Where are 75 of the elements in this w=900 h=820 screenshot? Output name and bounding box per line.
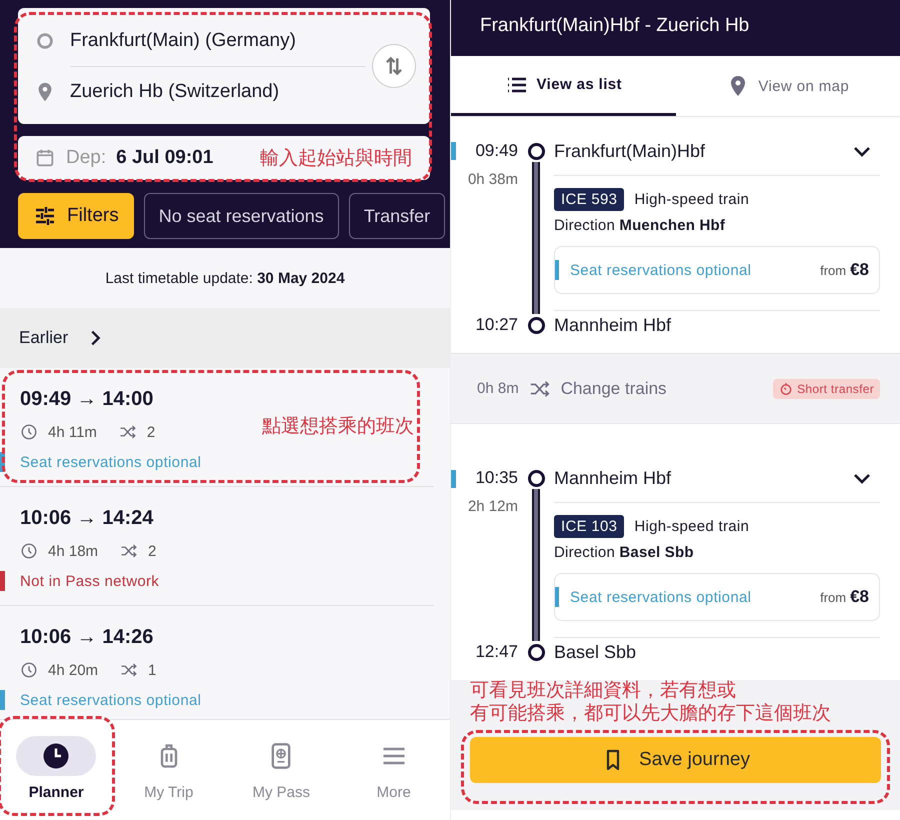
reservation-card[interactable]: Seat reservations optional from €8 xyxy=(554,573,880,621)
filter-chip[interactable]: No seat reservations xyxy=(144,193,339,239)
journey-title: Frankfurt(Main)Hbf - Zuerich Hb xyxy=(480,15,750,37)
timer-icon xyxy=(779,382,794,396)
short-transfer-badge: Short transfer xyxy=(773,378,880,398)
train-type: High-speed train xyxy=(634,518,750,535)
status-bar xyxy=(451,470,456,488)
transfer-duration: 0h 8m xyxy=(477,380,519,397)
stop-marker-icon xyxy=(528,316,544,334)
view-tab[interactable]: View as list xyxy=(451,56,676,116)
arrival-time: 10:27 xyxy=(475,315,518,335)
journey-note: Seat reservations optional xyxy=(20,692,202,708)
train-badge: ICE 103 xyxy=(554,515,624,538)
direction-station: Muenchen Hbf xyxy=(619,217,726,234)
journey-times[interactable]: 10:06 → 14:24 xyxy=(0,507,154,531)
annotation-text: 可看見班次詳細資料，若有想或 xyxy=(470,679,737,703)
earlier-button[interactable]: Earlier xyxy=(0,308,450,368)
transfer-count: 1 xyxy=(148,662,156,678)
arrival-time: 12:47 xyxy=(475,642,518,662)
clock-icon xyxy=(20,542,38,560)
stop-marker-icon xyxy=(528,470,544,486)
departure-value: 6 Jul 09:01 xyxy=(116,147,214,169)
shuffle-icon xyxy=(120,542,138,560)
shuffle-icon xyxy=(118,423,137,441)
journey-note: Seat reservations optional xyxy=(20,454,202,470)
shuffle-icon xyxy=(120,661,138,679)
clock-icon xyxy=(41,741,72,771)
stop-marker-icon xyxy=(528,142,544,160)
leg-duration: 0h 38m xyxy=(468,171,518,188)
clock-icon xyxy=(20,661,38,679)
price: €8 xyxy=(850,260,869,280)
journey-duration: 4h 18m xyxy=(48,542,98,560)
direction-station: Basel Sbb xyxy=(619,544,694,561)
clock-icon xyxy=(20,423,38,441)
journey-note: Not in Pass network xyxy=(20,572,160,590)
station-name: Basel Sbb xyxy=(554,642,636,662)
annotation-text: 有可能搭乘，都可以先大膽的存下這個班次 xyxy=(470,702,832,726)
save-journey-button[interactable]: Save journey xyxy=(470,737,881,783)
annotation-text: 點選想搭乘的班次 xyxy=(262,415,414,439)
journey-times[interactable]: 10:06 → 14:26 xyxy=(0,626,154,650)
price: €8 xyxy=(850,587,869,607)
transfer-count: 2 xyxy=(148,542,156,560)
direction-label: Direction xyxy=(554,544,615,561)
journey-duration: 4h 20m xyxy=(48,662,98,678)
journey-times[interactable]: 09:49 → 14:00 xyxy=(0,388,154,412)
sliders-icon xyxy=(33,204,57,228)
station-name: Mannheim Hbf xyxy=(554,468,672,488)
direction-label: Direction xyxy=(554,217,615,234)
leg-duration: 2h 12m xyxy=(468,498,518,515)
origin-station[interactable]: Frankfurt(Main) (Germany) xyxy=(70,30,296,52)
destination-station[interactable]: Zuerich Hb (Switzerland) xyxy=(70,80,280,102)
journey-duration: 4h 11m xyxy=(48,424,97,440)
station-name: Mannheim Hbf xyxy=(554,314,672,336)
stop-marker-icon xyxy=(528,644,544,660)
nav-tab[interactable]: Planner xyxy=(0,720,112,820)
filter-chip[interactable]: Transfer xyxy=(348,193,446,239)
view-tab[interactable]: View on map xyxy=(676,56,900,116)
status-bar xyxy=(451,142,456,160)
station-name: Frankfurt(Main)Hbf xyxy=(554,140,706,162)
calendar-icon xyxy=(34,147,56,169)
swap-button[interactable] xyxy=(372,44,416,88)
train-badge: ICE 593 xyxy=(554,188,624,211)
departure-label: Dep: xyxy=(66,147,106,169)
transfer-count: 2 xyxy=(146,424,156,440)
train-type: High-speed train xyxy=(634,191,750,208)
timetable-update-text: Last timetable update: 30 May 2024 xyxy=(105,270,345,286)
annotation-text: 輸入起始站與時間 xyxy=(260,147,412,171)
departure-time: 09:49 xyxy=(475,141,518,161)
change-label: Change trains xyxy=(560,378,667,398)
price-label: from xyxy=(820,590,846,604)
price-label: from xyxy=(820,262,846,278)
reservation-card[interactable]: Seat reservations optional from €8 xyxy=(554,246,880,294)
departure-time: 10:35 xyxy=(475,468,518,488)
departure-field[interactable]: Dep: 6 Jul 09:01 輸入起始站與時間 xyxy=(18,136,430,180)
filters-button[interactable]: Filters xyxy=(18,193,134,239)
